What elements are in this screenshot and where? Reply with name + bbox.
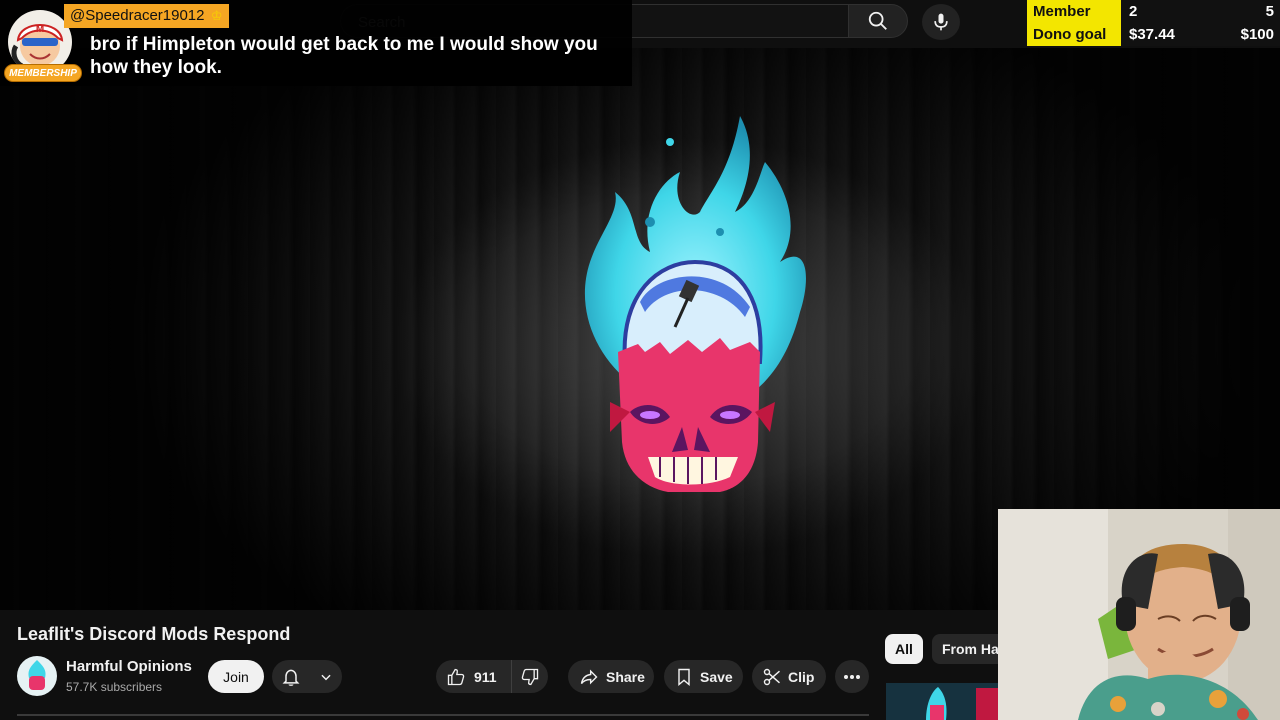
dislike-button[interactable] — [512, 660, 548, 693]
bell-icon — [282, 669, 300, 686]
like-button[interactable]: 911 — [436, 660, 512, 693]
recommended-thumbnail[interactable] — [886, 683, 998, 720]
member-goal: Member Goal 2 5 — [1027, 0, 1280, 43]
more-horizontal-icon — [844, 674, 860, 679]
dono-goal: Dono goal $37.44 $100 — [1027, 23, 1280, 46]
bookmark-icon — [678, 668, 690, 686]
channel-name[interactable]: Harmful Opinions — [66, 658, 192, 675]
join-button[interactable]: Join — [208, 660, 264, 693]
subscriber-count: 57.7K subscribers — [66, 680, 163, 694]
like-dislike-group: 911 — [436, 660, 548, 693]
chat-username: @Speedracer19012 ♔ — [64, 4, 229, 28]
chip-all[interactable]: All — [885, 634, 923, 664]
scissors-icon — [763, 668, 780, 685]
chevron-down-icon — [321, 674, 331, 680]
svg-text:M: M — [36, 24, 44, 35]
dono-goal-label: Dono goal — [1027, 23, 1121, 46]
like-count: 911 — [474, 668, 497, 685]
chat-message: bro if Himpleton would get back to me I … — [90, 34, 598, 78]
more-actions-button[interactable] — [835, 660, 869, 693]
thumbs-up-icon — [447, 668, 465, 685]
notifications-button[interactable] — [272, 660, 342, 693]
search-icon — [868, 11, 887, 30]
save-button[interactable]: Save — [664, 660, 743, 693]
member-goal-target: 5 — [1265, 3, 1274, 20]
channel-logo-icon — [28, 660, 46, 690]
member-goal-current: 2 — [1129, 3, 1138, 20]
flaming-skull-logo — [584, 116, 806, 492]
share-button[interactable]: Share — [568, 660, 654, 693]
chat-highlight: M MEMBERSHIP @Speedracer19012 ♔ bro if Hi… — [0, 0, 632, 86]
video-title: Leaflit's Discord Mods Respond — [17, 624, 291, 644]
membership-badge: MEMBERSHIP — [4, 64, 82, 82]
share-icon — [580, 668, 598, 685]
stream-goals: Member Goal 2 5 Dono goal $37.44 $100 — [1027, 0, 1280, 46]
member-goal-label: Member Goal — [1027, 0, 1121, 43]
voice-search-button[interactable] — [922, 4, 960, 40]
thumbs-down-icon — [521, 668, 539, 685]
channel-avatar[interactable] — [17, 656, 57, 696]
dono-goal-target: $100 — [1240, 26, 1274, 43]
webcam-overlay — [998, 509, 1280, 720]
clip-button[interactable]: Clip — [752, 660, 826, 693]
dono-goal-current: $37.44 — [1129, 26, 1175, 43]
crown-icon: ♔ — [210, 8, 223, 23]
mic-icon — [934, 13, 948, 31]
search-button[interactable] — [848, 4, 908, 38]
streamer-webcam-image — [998, 509, 1280, 720]
